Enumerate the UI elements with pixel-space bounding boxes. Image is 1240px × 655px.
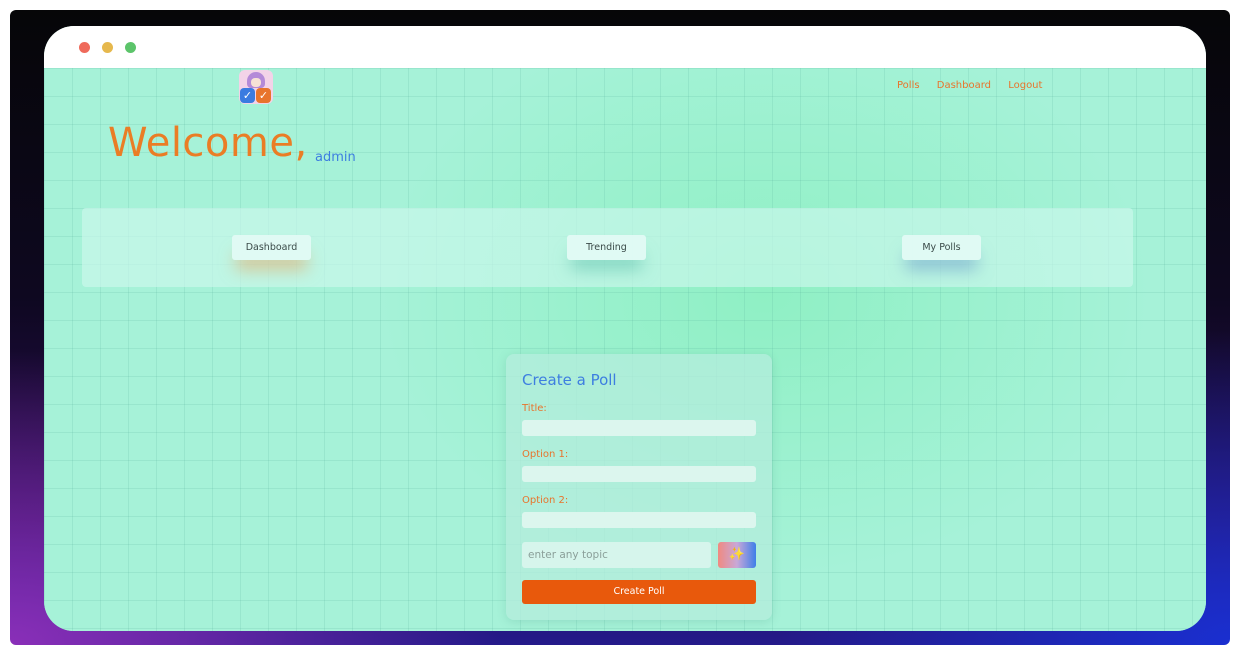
create-poll-card: Create a Poll Title: Option 1: Option 2:… (506, 354, 772, 620)
option-2-input[interactable] (522, 512, 756, 528)
logo-face (251, 78, 261, 87)
create-poll-title: Create a Poll (522, 371, 617, 389)
anime-checkmark-logo-icon[interactable]: ✓ ✓ (239, 70, 273, 104)
nav-link-logout[interactable]: Logout (1008, 80, 1042, 91)
page-content: ✓ ✓ Polls Dashboard Logout Welcome, admi… (44, 68, 1206, 631)
browser-window: ✓ ✓ Polls Dashboard Logout Welcome, admi… (44, 26, 1206, 631)
title-field-label: Title: (522, 403, 547, 414)
check-icon: ✓ (240, 88, 255, 103)
tab-my-polls[interactable]: My Polls (902, 235, 981, 260)
topic-input[interactable] (522, 542, 711, 568)
nav-link-polls[interactable]: Polls (897, 80, 920, 91)
welcome-heading: Welcome, (108, 120, 308, 166)
create-poll-button[interactable]: Create Poll (522, 580, 756, 604)
browser-titlebar (44, 26, 1206, 68)
magic-wand-button[interactable]: ✨ (718, 542, 756, 568)
maximize-window-button[interactable] (125, 42, 136, 53)
minimize-window-button[interactable] (102, 42, 113, 53)
title-input[interactable] (522, 420, 756, 436)
tab-dashboard[interactable]: Dashboard (232, 235, 311, 260)
check-icon: ✓ (256, 88, 271, 103)
option-1-field-label: Option 1: (522, 449, 569, 460)
section-tab-bar: Dashboard Trending My Polls (82, 208, 1133, 287)
magic-wand-icon: ✨ (728, 547, 746, 562)
option-2-field-label: Option 2: (522, 495, 569, 506)
close-window-button[interactable] (79, 42, 90, 53)
top-navigation: Polls Dashboard Logout (897, 80, 1056, 91)
username-label: admin (315, 150, 356, 165)
desktop-background: ✓ ✓ Polls Dashboard Logout Welcome, admi… (10, 10, 1230, 645)
tab-trending[interactable]: Trending (567, 235, 646, 260)
option-1-input[interactable] (522, 466, 756, 482)
nav-link-dashboard[interactable]: Dashboard (937, 80, 991, 91)
